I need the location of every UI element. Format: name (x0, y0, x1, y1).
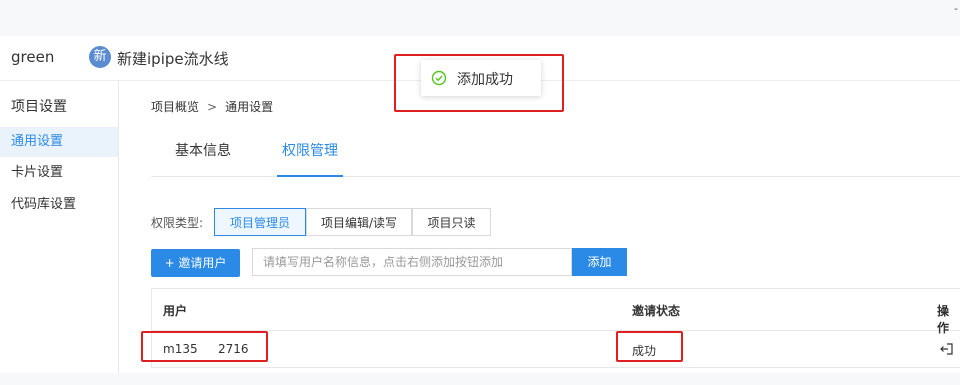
column-header-action: 操作 (937, 304, 950, 335)
sidebar: 项目设置 通用设置 卡片设置 代码库设置 (0, 81, 119, 385)
browser-top-strip: - (0, 0, 960, 36)
permission-option-admin[interactable]: 项目管理员 (214, 208, 306, 236)
breadcrumb-separator: > (207, 100, 218, 114)
exit-icon[interactable] (938, 341, 954, 357)
breadcrumb-item-current: 通用设置 (225, 100, 274, 114)
permission-option-readonly[interactable]: 项目只读 (412, 208, 491, 236)
tab-permission-management[interactable]: 权限管理 (277, 132, 343, 177)
sidebar-item-label: 代码库设置 (11, 197, 77, 212)
toast-message: 添加成功 (457, 72, 513, 88)
success-toast: 添加成功 (421, 60, 541, 96)
sidebar-item-repo-settings[interactable]: 代码库设置 (0, 190, 118, 220)
permission-option-edit[interactable]: 项目编辑/读写 (306, 208, 412, 236)
user-cell-prefix: m135 (163, 342, 198, 356)
sidebar-item-label: 通用设置 (11, 134, 64, 149)
user-cell-suffix: 2716 (218, 342, 249, 356)
check-circle-icon (431, 70, 447, 86)
breadcrumb: 项目概览 > 通用设置 (151, 98, 273, 115)
column-header-user: 用户 (163, 304, 188, 318)
corner-mark: - (954, 2, 958, 15)
sidebar-item-card-settings[interactable]: 卡片设置 (0, 158, 118, 188)
table-header: 用户 邀请状态 操作 (152, 289, 960, 335)
sidebar-item-general-settings[interactable]: 通用设置 (0, 127, 118, 157)
permission-type-label: 权限类型: (151, 216, 204, 230)
invite-user-input[interactable] (252, 248, 572, 276)
column-header-invite-status: 邀请状态 (632, 304, 681, 318)
sidebar-item-label: 卡片设置 (11, 165, 64, 180)
project-avatar: 新 (89, 46, 111, 68)
bottom-strip (0, 373, 960, 385)
status-cell: 成功 (632, 344, 657, 358)
breadcrumb-item-overview[interactable]: 项目概览 (151, 100, 199, 114)
project-name[interactable]: 新建ipipe流水线 (117, 48, 229, 69)
invite-user-button[interactable]: + 邀请用户 (151, 249, 240, 277)
tab-basic-info[interactable]: 基本信息 (175, 132, 231, 175)
tab-bar: 基本信息 权限管理 (151, 132, 960, 177)
add-button[interactable]: 添加 (572, 248, 627, 276)
sidebar-title: 项目设置 (11, 99, 67, 115)
username-label[interactable]: green (11, 48, 54, 66)
user-table: 用户 邀请状态 操作 m135 2716 成功 (151, 288, 960, 368)
